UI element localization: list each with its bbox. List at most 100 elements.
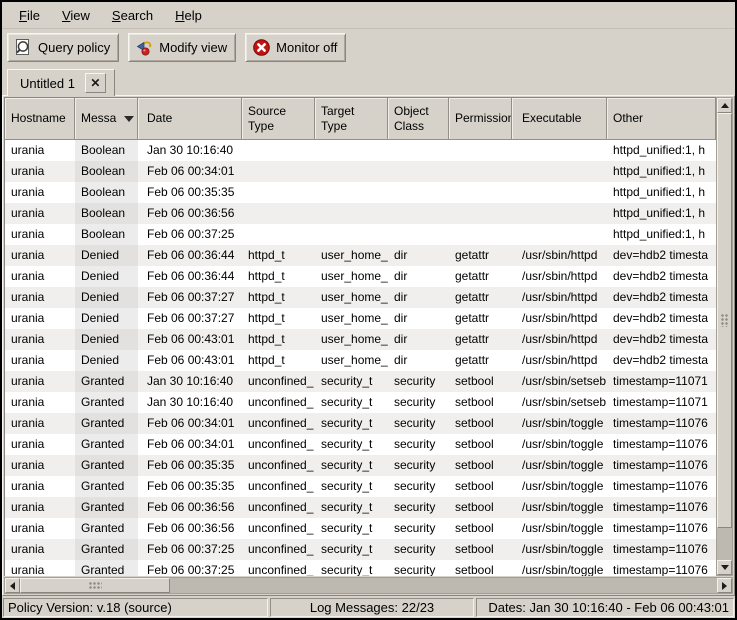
table-row[interactable]: uraniaBooleanFeb 06 00:34:01httpd_unifie… — [5, 161, 716, 182]
vertical-scrollbar-track[interactable] — [717, 528, 732, 560]
cell-executable: /usr/sbin/toggle — [512, 518, 607, 539]
cell-permission — [449, 182, 512, 203]
menu-help[interactable]: Help — [164, 4, 213, 27]
cell-permission: setbool — [449, 413, 512, 434]
cell-target-type: user_home_ — [315, 350, 388, 371]
menu-search[interactable]: Search — [101, 4, 164, 27]
cell-object-class — [388, 182, 449, 203]
cell-executable — [512, 161, 607, 182]
cell-other: timestamp=11076 — [607, 560, 716, 576]
tab-untitled-1[interactable]: Untitled 1 ✕ — [7, 69, 115, 96]
cell-object-class: dir — [388, 308, 449, 329]
column-header-executable[interactable]: Executable — [512, 98, 607, 140]
cell-message: Boolean — [75, 140, 138, 161]
cell-hostname: urania — [5, 287, 75, 308]
cell-object-class: security — [388, 455, 449, 476]
cell-source-type: httpd_t — [242, 329, 315, 350]
cell-object-class: security — [388, 497, 449, 518]
column-header-date[interactable]: Date — [138, 98, 242, 140]
cell-permission: setbool — [449, 392, 512, 413]
column-header-other[interactable]: Other — [607, 98, 716, 140]
horizontal-scrollbar[interactable] — [4, 577, 733, 594]
cell-permission: getattr — [449, 266, 512, 287]
cell-date: Feb 06 00:43:01 — [138, 329, 242, 350]
cell-executable: /usr/sbin/toggle — [512, 434, 607, 455]
table-row[interactable]: uraniaGrantedJan 30 10:16:40unconfined_s… — [5, 392, 716, 413]
menu-view[interactable]: View — [51, 4, 101, 27]
modify-view-icon — [135, 38, 154, 57]
table-row[interactable]: uraniaBooleanFeb 06 00:35:35httpd_unifie… — [5, 182, 716, 203]
cell-date: Feb 06 00:34:01 — [138, 413, 242, 434]
scroll-left-icon[interactable] — [5, 578, 20, 593]
cell-hostname: urania — [5, 266, 75, 287]
table-row[interactable]: uraniaGrantedFeb 06 00:35:35unconfined_s… — [5, 476, 716, 497]
column-header-permission[interactable]: Permission — [449, 98, 512, 140]
cell-target-type: user_home_ — [315, 329, 388, 350]
horizontal-scrollbar-thumb[interactable] — [20, 578, 170, 593]
cell-permission — [449, 140, 512, 161]
monitor-off-label: Monitor off — [276, 40, 337, 55]
table-row[interactable]: uraniaBooleanFeb 06 00:36:56httpd_unifie… — [5, 203, 716, 224]
vertical-scrollbar[interactable] — [716, 97, 733, 576]
close-icon[interactable]: ✕ — [85, 73, 106, 93]
cell-date: Jan 30 10:16:40 — [138, 140, 242, 161]
column-header-target-type[interactable]: Target Type — [315, 98, 388, 140]
table-row[interactable]: uraniaGrantedFeb 06 00:36:56unconfined_s… — [5, 518, 716, 539]
vertical-scrollbar-thumb[interactable] — [717, 113, 732, 528]
cell-executable: /usr/sbin/toggle — [512, 497, 607, 518]
query-policy-label: Query policy — [38, 40, 110, 55]
cell-executable: /usr/sbin/httpd — [512, 245, 607, 266]
cell-source-type: unconfined_ — [242, 392, 315, 413]
scroll-down-icon[interactable] — [717, 560, 732, 575]
cell-executable — [512, 203, 607, 224]
horizontal-scrollbar-track[interactable] — [170, 578, 717, 593]
cell-object-class: security — [388, 476, 449, 497]
cell-object-class: dir — [388, 329, 449, 350]
table-row[interactable]: uraniaGrantedJan 30 10:16:40unconfined_s… — [5, 371, 716, 392]
cell-source-type — [242, 203, 315, 224]
table-row[interactable]: uraniaGrantedFeb 06 00:37:25unconfined_s… — [5, 560, 716, 576]
table-row[interactable]: uraniaDeniedFeb 06 00:43:01httpd_tuser_h… — [5, 329, 716, 350]
menu-file[interactable]: File — [8, 4, 51, 27]
table-row[interactable]: uraniaDeniedFeb 06 00:43:01httpd_tuser_h… — [5, 350, 716, 371]
table-row[interactable]: uraniaDeniedFeb 06 00:36:44httpd_tuser_h… — [5, 245, 716, 266]
column-header-object-class[interactable]: Object Class — [388, 98, 449, 140]
scroll-right-icon[interactable] — [717, 578, 732, 593]
modify-view-button[interactable]: Modify view — [128, 33, 236, 62]
cell-executable: /usr/sbin/httpd — [512, 287, 607, 308]
table-row[interactable]: uraniaDeniedFeb 06 00:37:27httpd_tuser_h… — [5, 287, 716, 308]
cell-other: timestamp=11076 — [607, 413, 716, 434]
column-header-message[interactable]: Messa — [75, 98, 138, 140]
table-row[interactable]: uraniaGrantedFeb 06 00:34:01unconfined_s… — [5, 413, 716, 434]
table-row[interactable]: uraniaGrantedFeb 06 00:37:25unconfined_s… — [5, 539, 716, 560]
cell-hostname: urania — [5, 224, 75, 245]
table-row[interactable]: uraniaDeniedFeb 06 00:36:44httpd_tuser_h… — [5, 266, 716, 287]
cell-date: Feb 06 00:36:56 — [138, 203, 242, 224]
cell-object-class — [388, 140, 449, 161]
table-row[interactable]: uraniaBooleanJan 30 10:16:40httpd_unifie… — [5, 140, 716, 161]
cell-other: timestamp=11076 — [607, 539, 716, 560]
scroll-up-icon[interactable] — [717, 98, 732, 113]
query-policy-button[interactable]: Query policy — [7, 33, 119, 62]
column-header-hostname[interactable]: Hostname — [5, 98, 75, 140]
table-row[interactable]: uraniaGrantedFeb 06 00:36:56unconfined_s… — [5, 497, 716, 518]
cell-message: Denied — [75, 350, 138, 371]
cell-permission: setbool — [449, 560, 512, 576]
cell-permission: getattr — [449, 350, 512, 371]
cell-date: Feb 06 00:37:27 — [138, 287, 242, 308]
cell-message: Granted — [75, 392, 138, 413]
cell-permission: setbool — [449, 455, 512, 476]
table-row[interactable]: uraniaGrantedFeb 06 00:34:01unconfined_s… — [5, 434, 716, 455]
monitor-off-button[interactable]: Monitor off — [245, 33, 346, 62]
cell-hostname: urania — [5, 140, 75, 161]
table-row[interactable]: uraniaGrantedFeb 06 00:35:35unconfined_s… — [5, 455, 716, 476]
cell-target-type: security_t — [315, 518, 388, 539]
cell-target-type: security_t — [315, 497, 388, 518]
cell-object-class: dir — [388, 266, 449, 287]
cell-target-type — [315, 182, 388, 203]
column-header-source-type[interactable]: Source Type — [242, 98, 315, 140]
cell-date: Feb 06 00:36:44 — [138, 266, 242, 287]
table-row[interactable]: uraniaDeniedFeb 06 00:37:27httpd_tuser_h… — [5, 308, 716, 329]
table-row[interactable]: uraniaBooleanFeb 06 00:37:25httpd_unifie… — [5, 224, 716, 245]
cell-message: Granted — [75, 455, 138, 476]
